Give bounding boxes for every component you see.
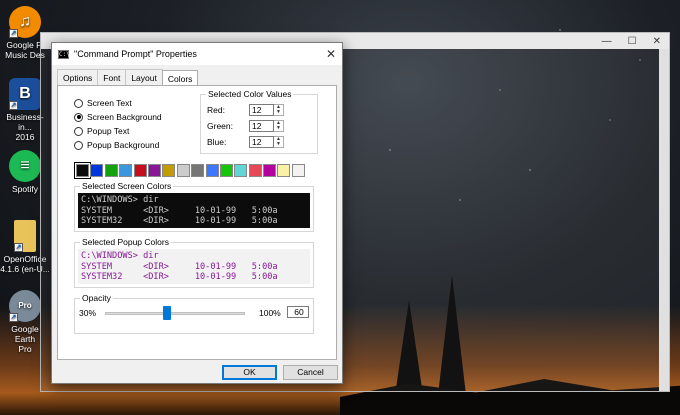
blue-stepper[interactable]: ▲ ▼ [274, 136, 284, 148]
color-swatch[interactable] [90, 164, 104, 177]
tab-options[interactable]: Options [57, 69, 99, 85]
color-target-radio-group: Screen Text Screen Background Popup Text… [74, 96, 162, 152]
color-palette [74, 162, 306, 179]
music-icon: ♫ ↗ [9, 6, 41, 38]
blue-input[interactable]: 12 [249, 136, 274, 148]
radio-screen-background[interactable]: Screen Background [74, 110, 162, 124]
tab-colors[interactable]: Colors [161, 70, 199, 86]
dialog-titlebar: C:\ "Command Prompt" Properties ✕ [52, 43, 342, 65]
red-input[interactable]: 12 [249, 104, 274, 116]
color-swatch[interactable] [234, 164, 248, 177]
shortcut-arrow-icon: ↗ [9, 29, 18, 38]
shortcut-arrow-icon: ↗ [9, 313, 18, 322]
color-swatch[interactable] [119, 164, 133, 177]
green-stepper[interactable]: ▲ ▼ [274, 120, 284, 132]
radio-popup-text[interactable]: Popup Text [74, 124, 162, 138]
opacity-min-label: 30% [79, 308, 97, 318]
blue-value-row: Blue: 12 ▲ ▼ [207, 136, 284, 148]
color-swatch[interactable] [74, 162, 91, 179]
selected-color-values-group: Selected Color Values Red: 12 ▲ ▼ Green: … [200, 89, 318, 154]
color-swatch[interactable] [147, 164, 161, 177]
group-legend: Selected Popup Colors [80, 237, 171, 247]
group-legend: Selected Screen Colors [80, 181, 174, 191]
maximize-icon[interactable]: ☐ [628, 36, 637, 47]
minimize-icon[interactable]: — [602, 36, 612, 47]
opacity-slider-track[interactable] [105, 312, 245, 315]
background-window-scrollbar[interactable] [659, 49, 669, 391]
screen-colors-preview: C:\WINDOWS> dir SYSTEM <DIR> 10-01-99 5:0… [78, 193, 310, 228]
color-swatch[interactable] [263, 164, 277, 177]
radio-screen-text[interactable]: Screen Text [74, 96, 162, 110]
color-swatch[interactable] [219, 164, 233, 177]
color-swatch[interactable] [277, 164, 291, 177]
globe-icon: Pro ↗ [9, 290, 41, 322]
opacity-group: Opacity 30% 100% 60 [74, 293, 314, 334]
opacity-value-input[interactable]: 60 [287, 306, 309, 318]
business-app-icon: B ↗ [9, 78, 41, 110]
popup-colors-preview: C:\WINDOWS> dir SYSTEM <DIR> 10-01-99 5:0… [78, 249, 310, 284]
folder-icon: ↗ [14, 220, 36, 252]
close-button[interactable]: ✕ [320, 47, 342, 61]
opacity-slider-thumb[interactable] [163, 306, 171, 320]
dialog-title: "Command Prompt" Properties [74, 49, 197, 59]
selected-popup-colors-group: Selected Popup Colors C:\WINDOWS> dir SYS… [74, 237, 314, 288]
spotify-icon: ≡ [9, 150, 41, 182]
colors-panel: Screen Text Screen Background Popup Text… [57, 85, 337, 360]
tab-strip: Options Font Layout Colors [52, 65, 342, 86]
green-input[interactable]: 12 [249, 120, 274, 132]
radio-popup-background[interactable]: Popup Background [74, 138, 162, 152]
ok-button[interactable]: OK [222, 365, 277, 380]
color-swatch[interactable] [162, 164, 176, 177]
command-prompt-icon: C:\ [58, 49, 70, 59]
red-value-row: Red: 12 ▲ ▼ [207, 104, 284, 116]
color-swatch[interactable] [133, 164, 147, 177]
group-legend: Selected Color Values [206, 89, 294, 99]
selected-screen-colors-group: Selected Screen Colors C:\WINDOWS> dir SY… [74, 181, 314, 232]
tab-font[interactable]: Font [97, 69, 127, 85]
color-swatch[interactable] [176, 164, 190, 177]
close-icon[interactable]: ✕ [653, 36, 661, 47]
color-swatch[interactable] [104, 164, 118, 177]
color-swatch[interactable] [191, 164, 205, 177]
tab-layout[interactable]: Layout [125, 69, 163, 85]
color-swatch[interactable] [248, 164, 262, 177]
red-stepper[interactable]: ▲ ▼ [274, 104, 284, 116]
green-value-row: Green: 12 ▲ ▼ [207, 120, 284, 132]
color-swatch[interactable] [291, 164, 305, 177]
opacity-max-label: 100% [259, 308, 281, 318]
group-legend: Opacity [80, 293, 113, 303]
properties-dialog: C:\ "Command Prompt" Properties ✕ Option… [51, 42, 343, 384]
shortcut-arrow-icon: ↗ [14, 243, 23, 252]
shortcut-arrow-icon: ↗ [9, 101, 18, 110]
cancel-button[interactable]: Cancel [283, 365, 338, 380]
color-swatch[interactable] [205, 164, 219, 177]
